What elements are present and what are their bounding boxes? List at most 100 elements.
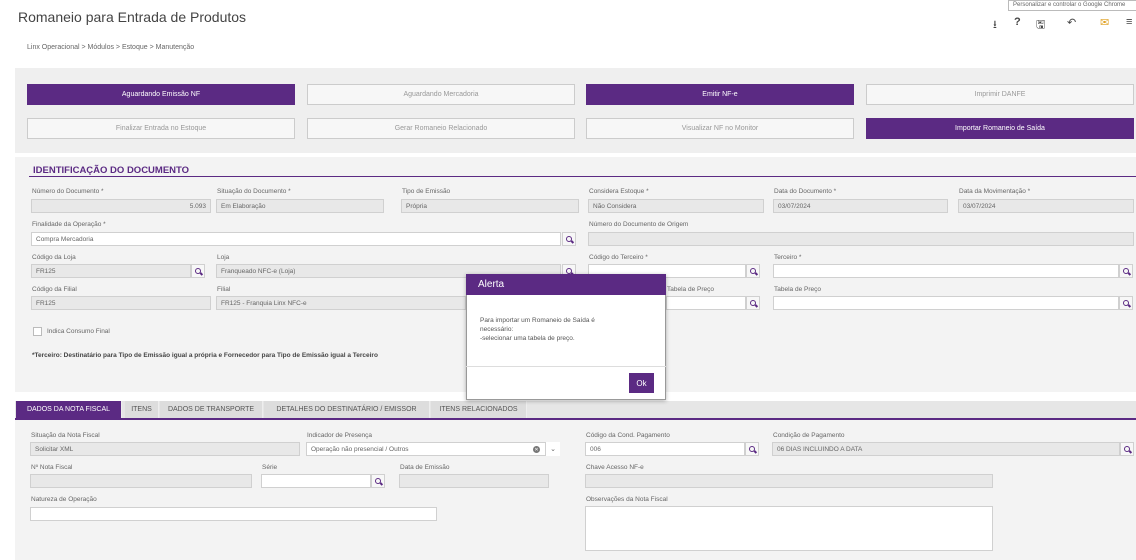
considera-estoque-label: Considera Estoque * — [589, 188, 649, 195]
undo-icon[interactable]: ↶ — [1067, 16, 1076, 29]
tab-dados-nota-fiscal[interactable]: DADOS DA NOTA FISCAL — [16, 401, 122, 418]
search-icon — [566, 236, 572, 242]
codigo-loja-field[interactable]: FR125 — [31, 264, 191, 278]
data-documento-field[interactable]: 03/07/2024 — [773, 199, 948, 213]
numero-documento-origem-field[interactable] — [588, 232, 1134, 246]
condicao-pagamento-label: Condição de Pagamento — [773, 432, 845, 439]
visualizar-nf-button[interactable]: Visualizar NF no Monitor — [586, 118, 854, 139]
page-title: Romaneio para Entrada de Produtos — [18, 9, 247, 25]
numero-documento-label: Número do Documento * — [32, 188, 104, 195]
alert-message-line: -selecionar uma tabela de preço. — [480, 335, 575, 342]
numero-documento-field[interactable]: 5.093 — [31, 199, 211, 213]
tipo-emissao-field[interactable]: Própria — [401, 199, 579, 213]
situacao-documento-label: Situação do Documento * — [217, 188, 291, 195]
finalidade-operacao-field[interactable]: Compra Mercadoria — [31, 232, 561, 246]
finalizar-entrada-button[interactable]: Finalizar Entrada no Estoque — [27, 118, 295, 139]
codigo-filial-field[interactable]: FR125 — [31, 296, 211, 310]
consumo-final-label: Indica Consumo Final — [47, 328, 110, 335]
codigo-cond-pagamento-field[interactable]: 006 — [585, 442, 745, 456]
condicao-pagamento-search-button[interactable] — [1120, 442, 1134, 456]
search-icon — [1123, 300, 1129, 306]
action-panel — [15, 68, 1136, 153]
indicador-presenca-label: Indicador de Presença — [307, 432, 373, 439]
tab-itens-relacionados[interactable]: ITENS RELACIONADOS — [431, 401, 527, 418]
aguardando-emissao-button[interactable]: Aguardando Emissão NF — [27, 84, 295, 105]
terceiro-note: *Terceiro: Destinatário para Tipo de Emi… — [32, 352, 378, 359]
aguardando-mercadoria-button[interactable]: Aguardando Mercadoria — [307, 84, 575, 105]
codigo-terceiro-label: Código do Terceiro * — [589, 254, 648, 261]
terceiro-label: Terceiro * — [774, 254, 802, 261]
situacao-nf-field[interactable]: Solicitar XML — [30, 442, 300, 456]
alert-message-line: Para importar um Romaneio de Saída é — [480, 317, 595, 324]
menu-icon[interactable]: ≡ — [1126, 16, 1132, 28]
search-icon — [375, 478, 381, 484]
codigo-filial-label: Código da Filial — [32, 286, 77, 293]
tabela-preco-label: Tabela de Preço — [774, 286, 821, 293]
imprimir-danfe-button[interactable]: Imprimir DANFE — [866, 84, 1134, 105]
indicador-presenca-select[interactable]: Operação não presencial / Outros — [306, 442, 546, 456]
serie-field[interactable] — [261, 474, 371, 488]
search-icon — [195, 268, 201, 274]
data-documento-label: Data do Documento * — [774, 188, 837, 195]
clear-icon[interactable]: ✕ — [533, 446, 540, 453]
download-icon[interactable]: ⭳ — [993, 16, 997, 35]
loja-label: Loja — [217, 254, 230, 261]
tab-detalhes-destinatario[interactable]: DETALHES DO DESTINATÁRIO / EMISSOR — [264, 401, 430, 418]
data-emissao-field[interactable] — [399, 474, 549, 488]
consumo-final-checkbox[interactable] — [33, 327, 42, 336]
numero-documento-origem-label: Número do Documento de Origem — [589, 221, 689, 228]
codigo-loja-label: Código da Loja — [32, 254, 76, 261]
codigo-cond-pagamento-label: Código da Cond. Pagamento — [586, 432, 670, 439]
codigo-terceiro-search-button[interactable] — [746, 264, 760, 278]
terceiro-field[interactable] — [773, 264, 1119, 278]
tab-itens[interactable]: ITENS — [125, 401, 159, 418]
tabela-preco-field[interactable] — [773, 296, 1119, 310]
emitir-nfe-button[interactable]: Emitir NF-e — [586, 84, 854, 105]
search-icon — [750, 300, 756, 306]
codigo-loja-search-button[interactable] — [191, 264, 205, 278]
search-icon — [750, 268, 756, 274]
tabela-preco-search-button[interactable] — [1119, 296, 1133, 310]
condicao-pagamento-field[interactable]: 06 DIAS INCLUINDO A DATA — [772, 442, 1120, 456]
numero-nf-field[interactable] — [30, 474, 252, 488]
alert-divider — [466, 366, 666, 367]
natureza-operacao-label: Natureza de Operação — [31, 496, 97, 503]
finalidade-operacao-label: Finalidade da Operação * — [32, 221, 106, 228]
numero-nf-label: Nº Nota Fiscal — [31, 464, 73, 471]
section-title: IDENTIFICAÇÃO DO DOCUMENTO — [33, 165, 190, 176]
alert-message: Para importar um Romaneio de Saída é nec… — [480, 316, 660, 343]
search-icon — [1124, 446, 1130, 452]
chevron-down-icon[interactable]: ⌄ — [546, 442, 560, 456]
natureza-operacao-field[interactable] — [30, 507, 437, 521]
codigo-tabela-preco-search-button[interactable] — [746, 296, 760, 310]
alert-title: Alerta — [466, 274, 666, 295]
terceiro-search-button[interactable] — [1119, 264, 1133, 278]
mail-icon[interactable]: ✉ — [1100, 16, 1109, 29]
breadcrumb: Linx Operacional > Módulos > Estoque > M… — [27, 44, 195, 51]
filial-field[interactable]: FR125 - Franquia Linx NFC-e — [216, 296, 466, 310]
tipo-emissao-label: Tipo de Emissão — [402, 188, 451, 195]
situacao-documento-field[interactable]: Em Elaboração — [216, 199, 384, 213]
codigo-tabela-preco-field[interactable] — [666, 296, 746, 310]
search-icon — [1123, 268, 1129, 274]
data-movimentacao-label: Data da Movimentação * — [959, 188, 1031, 195]
save-icon[interactable]: 🖫 — [1036, 16, 1045, 35]
chave-acesso-field[interactable] — [585, 474, 993, 488]
chave-acesso-label: Chave Acesso NF-e — [586, 464, 644, 471]
cond-pagamento-search-button[interactable] — [745, 442, 759, 456]
observacoes-textarea[interactable] — [585, 506, 993, 551]
situacao-nf-label: Situação da Nota Fiscal — [31, 432, 100, 439]
serie-search-button[interactable] — [371, 474, 385, 488]
data-emissao-label: Data de Emissão — [400, 464, 450, 471]
filial-label: Filial — [217, 286, 231, 293]
importar-romaneio-button[interactable]: Importar Romaneio de Saída — [866, 118, 1134, 139]
considera-estoque-field[interactable]: Não Considera — [588, 199, 764, 213]
gerar-romaneio-button[interactable]: Gerar Romaneio Relacionado — [307, 118, 575, 139]
tab-dados-transporte[interactable]: DADOS DE TRANSPORTE — [160, 401, 263, 418]
data-movimentacao-field[interactable]: 03/07/2024 — [958, 199, 1134, 213]
help-icon[interactable]: ? — [1014, 16, 1021, 28]
search-icon — [749, 446, 755, 452]
chrome-tooltip: Personalizar e controlar o Google Chrome — [1008, 0, 1136, 11]
finalidade-search-button[interactable] — [562, 232, 576, 246]
ok-button[interactable]: Ok — [629, 373, 654, 393]
